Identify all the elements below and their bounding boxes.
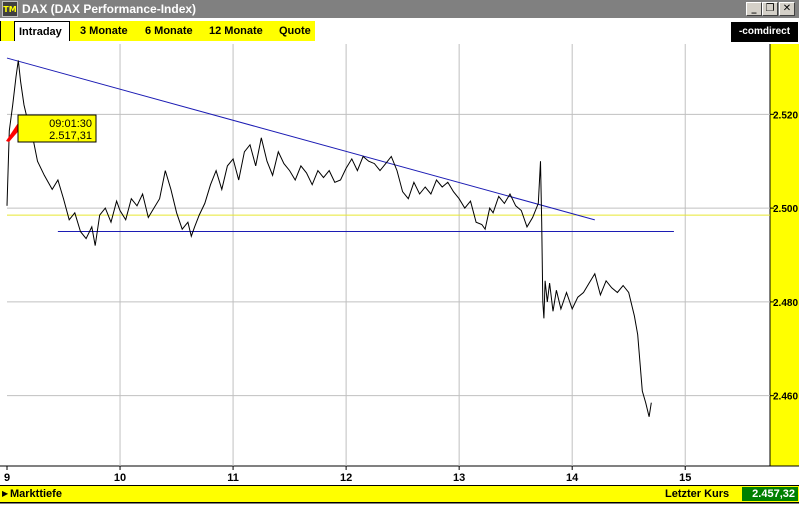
y-axis-panel	[770, 44, 799, 466]
tooltip-time: 09:01:30	[49, 118, 92, 130]
x-tick-label: 10	[114, 472, 126, 484]
price-tooltip: 09:01:30 2.517,31	[6, 114, 97, 143]
tab-quote[interactable]: Quote	[275, 21, 315, 41]
plot-background	[0, 44, 770, 466]
minimize-button[interactable]: _	[746, 2, 762, 16]
restore-button[interactable]: ❐	[762, 2, 778, 16]
x-tick-label: 14	[566, 472, 579, 484]
expand-arrow-icon[interactable]: ▶	[2, 486, 8, 502]
bottom-strip	[0, 503, 799, 513]
x-tick-label: 9	[4, 472, 10, 484]
markttiefe-link[interactable]: Markttiefe	[10, 486, 62, 502]
y-tick-label: 2.460	[773, 392, 798, 403]
x-tick-label: 11	[227, 472, 239, 484]
toolbar: Intraday 3 Monate 6 Monate 12 Monate Quo…	[0, 18, 799, 44]
last-price-value: 2.457,32	[742, 487, 798, 501]
price-chart: 9 10 11 12 13 14 15 2.460 2.480 2.500 2.520 09:01:…	[0, 44, 799, 484]
tab-12-monate[interactable]: 12 Monate	[205, 21, 267, 41]
close-button[interactable]: ✕	[779, 2, 795, 16]
y-tick-label: 2.520	[773, 110, 798, 121]
window-title: DAX (DAX Performance-Index)	[22, 2, 197, 16]
tab-6-monate[interactable]: 6 Monate	[141, 21, 197, 41]
y-tick-label: 2.480	[773, 298, 798, 309]
y-tick-label: 2.500	[773, 204, 798, 215]
status-bar: ▶ Markttiefe Letzter Kurs 2.457,32	[0, 485, 799, 503]
tab-3-monate[interactable]: 3 Monate	[76, 21, 132, 41]
x-tick-label: 12	[340, 472, 352, 484]
tooltip-value: 2.517,31	[49, 130, 92, 142]
title-bar: TM DAX (DAX Performance-Index) _ ❐ ✕	[0, 0, 799, 18]
last-price-label: Letzter Kurs	[665, 488, 730, 500]
comdirect-logo: -comdirect	[731, 22, 798, 42]
app-icon: TM	[2, 1, 18, 17]
tab-intraday[interactable]: Intraday	[14, 21, 70, 41]
x-tick-label: 15	[679, 472, 691, 484]
x-tick-label: 13	[453, 472, 465, 484]
chart-area: 9 10 11 12 13 14 15 2.460 2.480 2.500 2.520 09:01:…	[0, 44, 799, 486]
